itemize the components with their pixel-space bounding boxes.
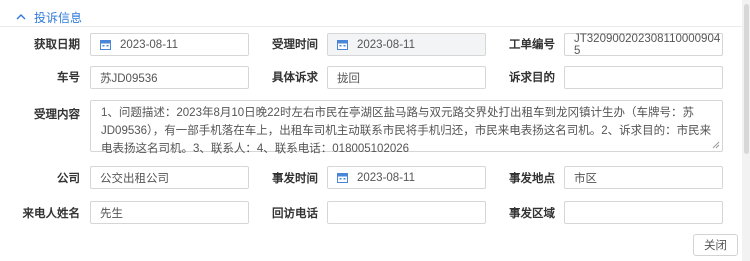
company-label: 公司 — [57, 173, 80, 185]
complaint-purpose-field[interactable] — [564, 66, 723, 89]
caller-name-label: 来电人姓名 — [22, 208, 81, 220]
calendar-icon — [337, 40, 348, 50]
ticket-no-value: JT320900202308110000904​5 — [574, 32, 721, 57]
accept-content-textarea[interactable]: 1、问题描述：2023年8月10日晚22时左右市民在亭湖区盐马路与双元路交界处打… — [90, 100, 723, 155]
specific-complaint-field[interactable]: 拢回 — [327, 66, 486, 89]
scrollbar-track[interactable] — [742, 0, 750, 261]
calendar-icon — [337, 173, 348, 183]
accept-time-value: 2023-08-11 — [357, 38, 415, 51]
caller-name-field[interactable]: 先生 — [90, 201, 249, 224]
close-button[interactable]: 关闭 — [693, 234, 738, 256]
specific-complaint-value: 拢回 — [337, 72, 360, 85]
specific-complaint-label: 具体诉求 — [272, 72, 318, 84]
plate-field[interactable]: 苏JD09536 — [90, 66, 249, 89]
incident-time-value: 2023-08-11 — [357, 171, 415, 184]
get-date-label: 获取日期 — [34, 39, 80, 51]
get-date-field[interactable]: 2023-08-11 — [90, 33, 249, 56]
incident-place-field[interactable]: 市区 — [564, 166, 723, 189]
plate-label: 车号 — [57, 72, 80, 84]
scrollbar-thumb[interactable] — [744, 4, 749, 154]
complaint-purpose-label: 诉求目的 — [509, 72, 555, 84]
section-header[interactable]: 投诉信息 — [14, 8, 82, 26]
incident-area-field[interactable] — [564, 201, 723, 224]
company-value: 公交出租公司 — [100, 172, 169, 185]
ticket-no-field[interactable]: JT320900202308110000904​5 — [564, 32, 723, 57]
ticket-no-label: 工单编号 — [509, 39, 555, 51]
resize-handle-icon[interactable] — [712, 141, 720, 149]
section-divider — [0, 26, 750, 27]
company-field[interactable]: 公交出租公司 — [90, 166, 249, 189]
incident-place-label: 事发地点 — [509, 173, 555, 185]
accept-content-value: 1、问题描述：2023年8月10日晚22时左右市民在亭湖区盐马路与双元路交界处打… — [101, 107, 712, 155]
incident-time-label: 事发时间 — [272, 173, 318, 185]
incident-area-label: 事发区域 — [509, 208, 555, 220]
callback-phone-label: 回访电话 — [272, 208, 318, 220]
plate-value: 苏JD09536 — [100, 72, 158, 85]
incident-place-value: 市区 — [574, 172, 597, 185]
chevron-up-icon — [16, 14, 26, 20]
accept-content-label: 受理内容 — [34, 109, 80, 121]
incident-time-field[interactable]: 2023-08-11 — [327, 166, 486, 189]
caller-name-value: 先生 — [100, 207, 123, 220]
accept-time-field[interactable]: 2023-08-11 — [327, 33, 486, 56]
callback-phone-field[interactable] — [327, 201, 486, 224]
get-date-value: 2023-08-11 — [120, 38, 178, 51]
accept-time-label: 受理时间 — [272, 39, 318, 51]
section-title: 投诉信息 — [34, 10, 83, 25]
calendar-icon — [100, 40, 111, 50]
